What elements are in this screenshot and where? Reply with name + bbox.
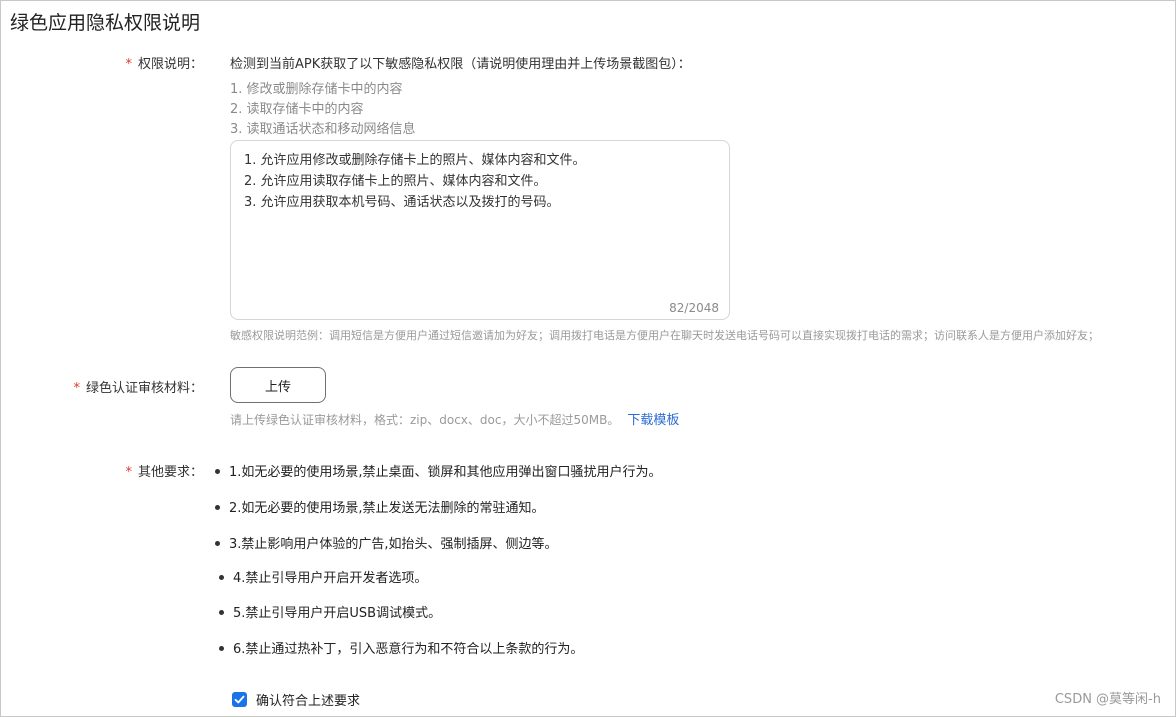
permission-label: 权限说明： <box>137 57 203 72</box>
requirement-item: 1.如无必要的使用场景,禁止桌面、锁屏和其他应用弹出窗口骚扰用户行为。 <box>215 461 662 480</box>
download-template-link[interactable]: 下载模板 <box>627 413 679 428</box>
bullet-icon <box>219 575 224 580</box>
material-label-row: * 绿色认证审核材料： <box>73 377 203 396</box>
permission-label-row: * 权限说明： <box>125 53 203 72</box>
material-label: 绿色认证审核材料： <box>85 381 203 396</box>
permission-textarea[interactable]: 1. 允许应用修改或删除存储卡上的照片、媒体内容和文件。 2. 允许应用读取存储… <box>230 140 730 320</box>
permission-list-item: 3. 读取通话状态和移动网络信息 <box>230 122 416 137</box>
requirement-text: 5.禁止引导用户开启USB调试模式。 <box>233 606 442 621</box>
confirm-label: 确认符合上述要求 <box>256 694 361 709</box>
other-label: 其他要求： <box>137 465 203 480</box>
upload-button[interactable]: 上传 <box>230 367 326 403</box>
bullet-icon <box>215 541 220 546</box>
bullet-icon <box>215 469 220 474</box>
watermark: CSDN @莫等闲-h <box>1054 692 1161 707</box>
textarea-line: 2. 允许应用读取存储卡上的照片、媒体内容和文件。 <box>244 174 547 189</box>
bullet-icon <box>219 610 224 615</box>
requirement-text: 1.如无必要的使用场景,禁止桌面、锁屏和其他应用弹出窗口骚扰用户行为。 <box>229 465 662 480</box>
required-mark: * <box>73 381 80 396</box>
requirement-text: 3.禁止影响用户体验的广告,如抬头、强制插屏、侧边等。 <box>229 537 558 552</box>
permission-list: 1. 修改或删除存储卡中的内容 2. 读取存储卡中的内容 3. 读取通话状态和移… <box>230 81 416 141</box>
bullet-icon <box>219 646 224 651</box>
requirement-text: 6.禁止通过热补丁，引入恶意行为和不符合以上条款的行为。 <box>233 642 584 657</box>
page-frame: 绿色应用隐私权限说明 * 权限说明： 检测到当前APK获取了以下敏感隐私权限（请说… <box>0 0 1176 717</box>
textarea-line: 3. 允许应用获取本机号码、通话状态以及拨打的号码。 <box>244 195 560 210</box>
required-mark: * <box>125 465 132 480</box>
requirement-item: 3.禁止影响用户体验的广告,如抬头、强制插屏、侧边等。 <box>215 533 558 552</box>
requirement-text: 4.禁止引导用户开启开发者选项。 <box>233 571 428 586</box>
permission-list-item: 1. 修改或删除存储卡中的内容 <box>230 82 403 97</box>
upload-hint-row: 请上传绿色认证审核材料，格式：zip、docx、doc，大小不超过50MB。 下载… <box>230 409 679 428</box>
page-title: 绿色应用隐私权限说明 <box>10 12 201 34</box>
permission-intro: 检测到当前APK获取了以下敏感隐私权限（请说明使用理由并上传场景截图包）： <box>230 57 691 72</box>
requirement-item: 5.禁止引导用户开启USB调试模式。 <box>219 602 441 621</box>
upload-hint: 请上传绿色认证审核材料，格式：zip、docx、doc，大小不超过50MB。 <box>230 413 620 427</box>
confirm-checkbox[interactable] <box>232 692 247 707</box>
requirement-text: 2.如无必要的使用场景,禁止发送无法删除的常驻通知。 <box>229 501 545 516</box>
permission-textarea-content[interactable]: 1. 允许应用修改或删除存储卡上的照片、媒体内容和文件。 2. 允许应用读取存储… <box>244 151 586 214</box>
other-label-row: * 其他要求： <box>125 461 203 480</box>
requirement-item: 2.如无必要的使用场景,禁止发送无法删除的常驻通知。 <box>215 497 545 516</box>
check-icon <box>234 695 245 704</box>
char-count: 82/2048 <box>669 301 719 315</box>
permission-example: 敏感权限说明范例：调用短信是方便用户通过短信邀请加为好友；调用拨打电话是方便用户… <box>230 329 1099 342</box>
required-mark: * <box>125 57 132 72</box>
confirm-checkbox-row[interactable]: 确认符合上述要求 <box>232 690 360 709</box>
requirement-item: 4.禁止引导用户开启开发者选项。 <box>219 567 427 586</box>
bullet-icon <box>215 505 220 510</box>
textarea-line: 1. 允许应用修改或删除存储卡上的照片、媒体内容和文件。 <box>244 153 586 168</box>
permission-list-item: 2. 读取存储卡中的内容 <box>230 102 364 117</box>
requirement-item: 6.禁止通过热补丁，引入恶意行为和不符合以上条款的行为。 <box>219 638 583 657</box>
